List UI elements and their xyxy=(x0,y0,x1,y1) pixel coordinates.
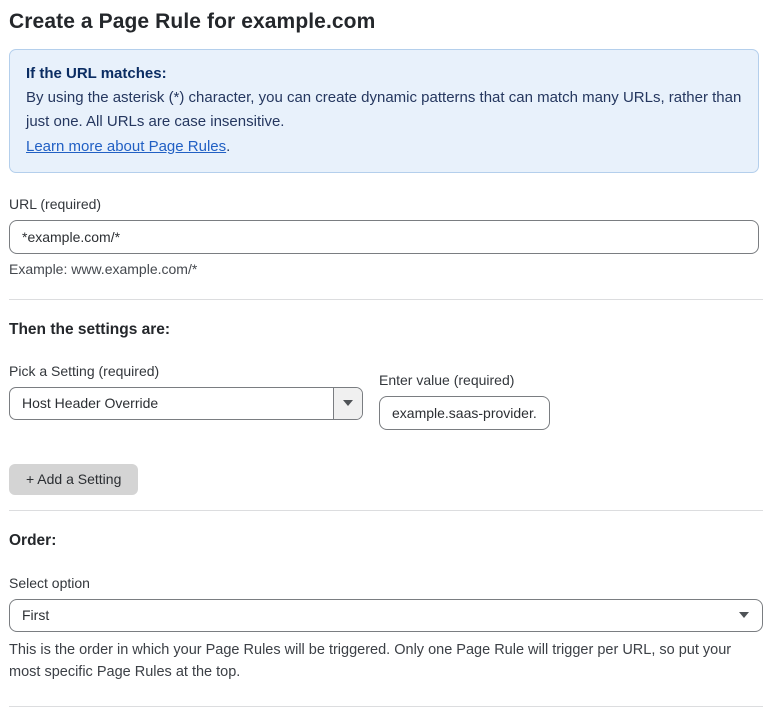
order-select[interactable]: First xyxy=(9,598,763,632)
url-matches-info-box: If the URL matches: By using the asteris… xyxy=(9,49,759,173)
settings-row: Pick a Setting (required) Host Header Ov… xyxy=(9,363,763,430)
url-field-label: URL (required) xyxy=(9,195,102,212)
url-input[interactable] xyxy=(9,219,759,254)
settings-section-heading: Then the settings are: xyxy=(9,320,171,338)
add-setting-button[interactable]: + Add a Setting xyxy=(9,463,139,495)
order-help-text: This is the order in which your Page Rul… xyxy=(9,641,732,681)
setting-select[interactable]: Host Header Override xyxy=(9,386,363,420)
page-title: Create a Page Rule for example.com xyxy=(9,10,376,33)
setting-value-input[interactable] xyxy=(379,395,550,430)
url-example-text: Example: www.example.com/* xyxy=(9,260,198,277)
order-select-value: First xyxy=(22,607,50,624)
info-box-heading: If the URL matches: xyxy=(26,65,167,82)
enter-value-column: Enter value (required) xyxy=(379,372,550,430)
enter-value-label: Enter value (required) xyxy=(379,371,515,388)
pick-setting-label: Pick a Setting (required) xyxy=(9,362,160,379)
learn-more-link[interactable]: Learn more about Page Rules xyxy=(26,138,226,155)
divider xyxy=(9,298,763,300)
setting-select-arrow-section[interactable] xyxy=(333,387,362,419)
link-suffix-period: . xyxy=(226,137,231,155)
order-section-heading: Order: xyxy=(9,531,57,549)
caret-down-icon xyxy=(739,612,749,619)
order-select-arrow-wrap xyxy=(739,600,762,631)
pick-setting-column: Pick a Setting (required) Host Header Ov… xyxy=(9,363,363,420)
create-page-rule-form: Create a Page Rule for example.com If th… xyxy=(0,0,772,711)
divider xyxy=(9,705,763,707)
setting-select-value: Host Header Override xyxy=(22,395,159,412)
divider xyxy=(9,509,763,511)
order-select-label: Select option xyxy=(9,574,90,591)
caret-down-icon xyxy=(343,400,353,407)
info-box-body: By using the asterisk (*) character, you… xyxy=(26,89,742,131)
info-link-line: Learn more about Page Rules. xyxy=(26,135,742,159)
